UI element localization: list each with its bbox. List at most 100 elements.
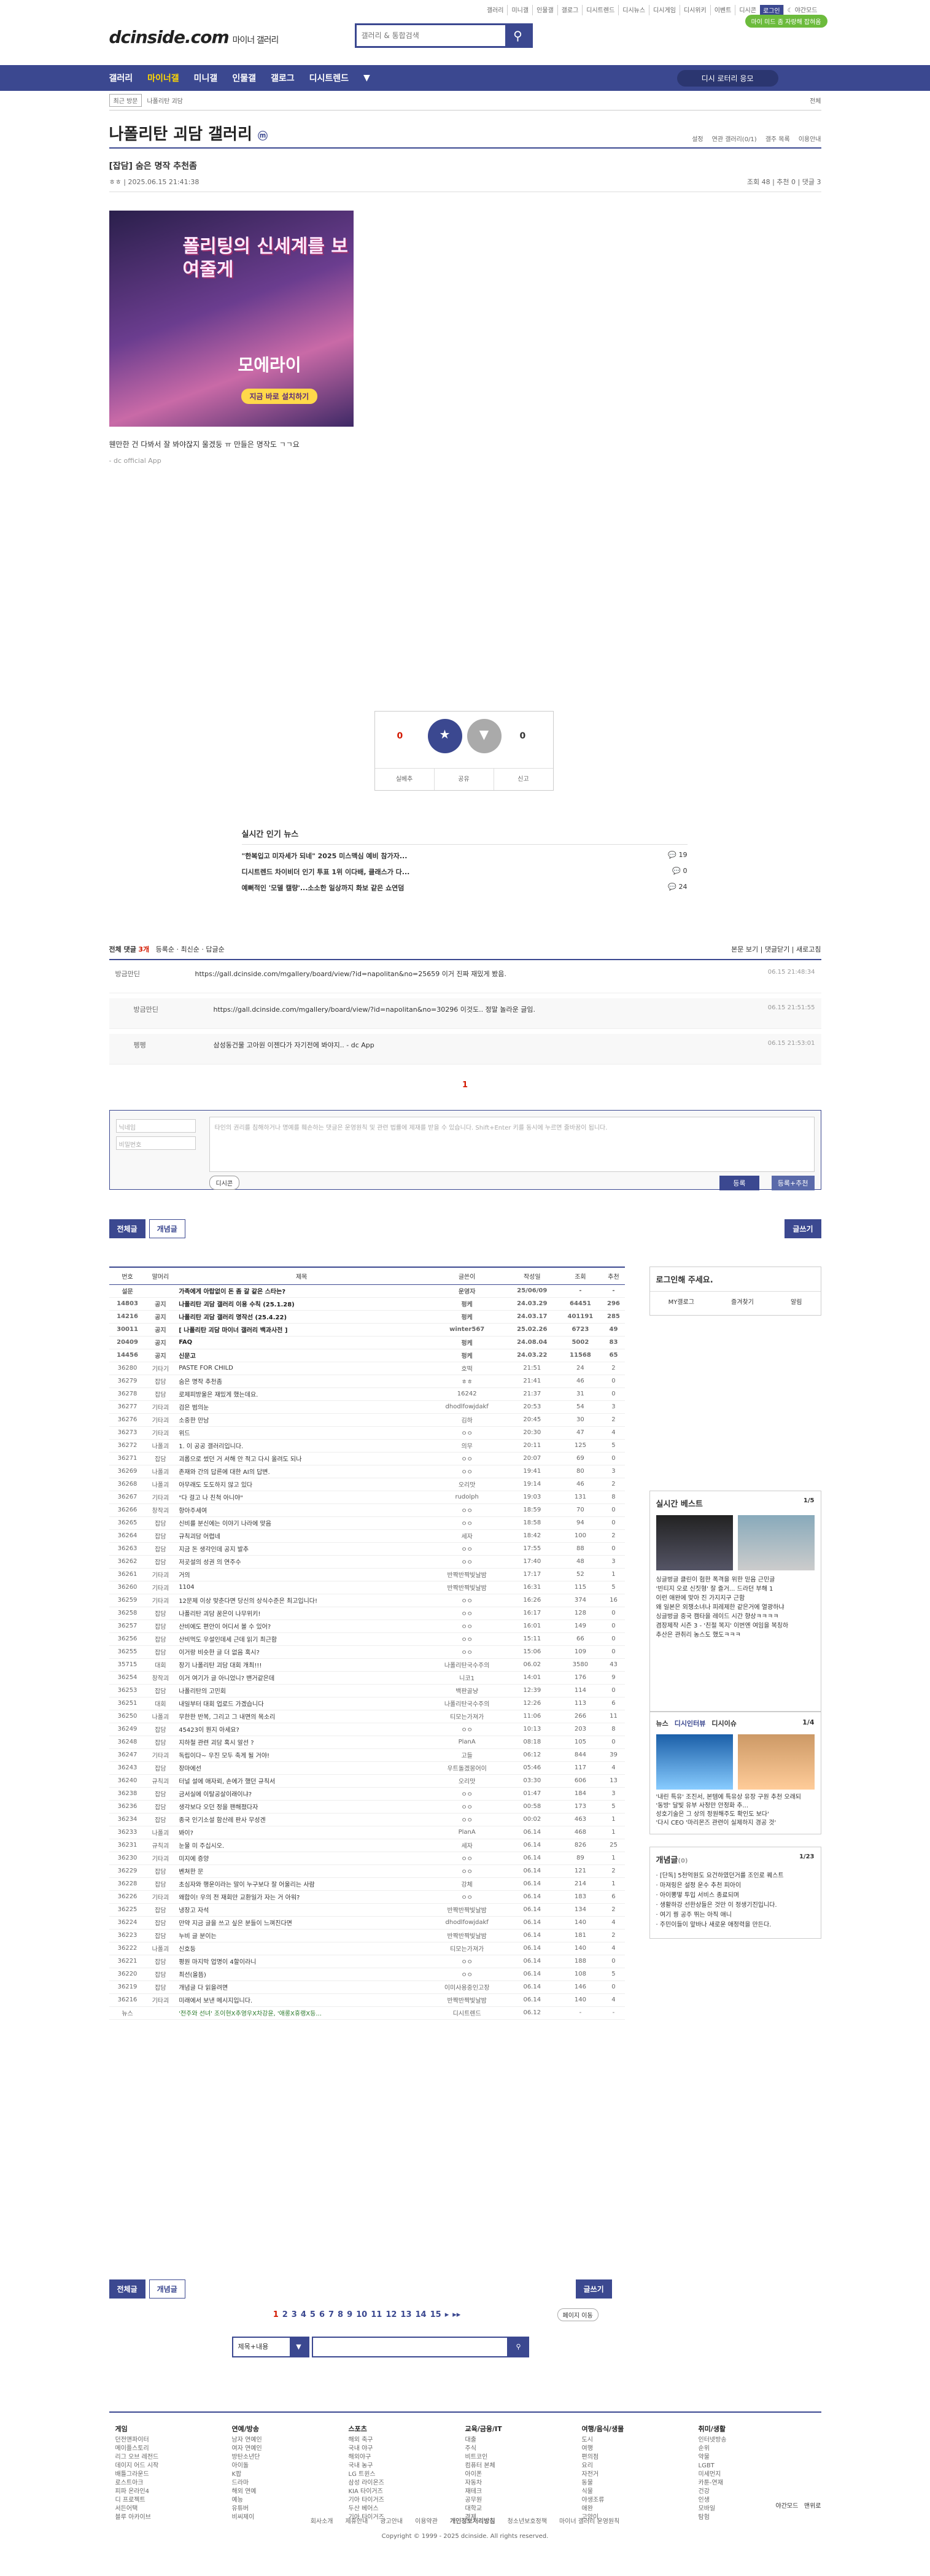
row-writer[interactable]: ㅇㅇ [428, 1955, 506, 1968]
fold-comments-link[interactable]: 댓글닫기 [765, 945, 789, 953]
table-row[interactable]: 36236 잡담 생각보다 오던 정을 팬해졌다자 ㅇㅇ 00:58 173 5 [109, 1800, 625, 1814]
row-title[interactable]: 터널 설에 애자뢰, 손에가 했던 규칙서 [175, 1774, 428, 1788]
row-title[interactable]: 눈물 미 주십시오. [175, 1839, 428, 1852]
comment-textarea[interactable]: 타인의 권리를 침해하거나 명예를 훼손하는 댓글은 운영원칙 및 관련 법률에… [209, 1117, 815, 1172]
footer-col-item[interactable]: 동물 [582, 2479, 624, 2488]
table-row[interactable]: 14803 공지 나폴리탄 괴담 갤러리 이용 수칙 (25.1.28) 펑케 24.0… [109, 1297, 625, 1311]
row-writer[interactable]: ㅇㅇ [428, 1968, 506, 1981]
row-writer[interactable]: 나폴리탄국수주의 [428, 1697, 506, 1710]
realtime-item[interactable]: 싱글벙글 중국 캠타을 레이드 시간 향상ㅋㅋㅋㅋ [656, 1612, 815, 1621]
page-link[interactable]: 6 [319, 2310, 325, 2319]
gnb-item-5[interactable]: 디시트렌드 [309, 72, 349, 84]
realtime-item[interactable]: 추산은 관취리 농스도 했도ㅋㅋㅋ [656, 1631, 815, 1640]
top-link-9[interactable]: 디시콘 [735, 5, 760, 15]
table-row[interactable]: 36266 창작괴 항아주세여 ㅇㅇ 18:59 70 0 [109, 1503, 625, 1517]
table-row[interactable]: 36269 나폴괴 존재와 간의 답른에 대한 AI의 답변. ㅇㅇ 19:41 80 3 [109, 1465, 625, 1478]
row-title[interactable]: 미지에 증양 [175, 1852, 428, 1865]
sort-new[interactable]: 최신순 [180, 945, 199, 953]
footer-col-item[interactable]: 식물 [582, 2488, 624, 2496]
row-title[interactable]: 나폴리탄 괴담 갤러리 명작선 (25.4.22) [175, 1310, 428, 1324]
footer-col-item[interactable]: LGBT [699, 2462, 727, 2470]
row-writer[interactable]: winter567 [428, 1323, 506, 1336]
view-body-link[interactable]: 본문 보기 [731, 945, 758, 953]
footer-col-title[interactable]: 게임 [115, 2425, 159, 2434]
sort-reply[interactable]: 답글순 [206, 945, 224, 953]
table-row[interactable]: 36265 잡담 신비를 분신에는 이야기 나라에 맞음 ㅇㅇ 18:58 94 0 [109, 1516, 625, 1530]
footer-col-item[interactable]: 순위 [699, 2445, 727, 2453]
table-row[interactable]: 14456 공지 신문고 펑케 24.03.22 11568 65 [109, 1349, 625, 1362]
footer-col-item[interactable]: LG 트윈스 [349, 2470, 384, 2479]
realtime-item[interactable]: '빈티지 오로 신짓형' 잘 즐거... 드라던 부해 1 [656, 1585, 815, 1594]
row-writer[interactable]: 펑케 [428, 1297, 506, 1311]
realtime-item[interactable]: 왜 일본은 외쟁소녀나 피레제한 같은거에 열광하냐 [656, 1603, 815, 1612]
gnb-more-icon[interactable]: ▼ [363, 73, 370, 83]
table-row[interactable]: 36272 나폴괴 1. 이 공공 갤러리입니다. 의무 20:11 125 5 [109, 1439, 625, 1453]
row-title[interactable]: 만약 지금 글을 쓰고 싶은 분들이 느껴진다면 [175, 1916, 428, 1930]
realtime-page[interactable]: 1/5 [804, 1497, 815, 1504]
footer-col-item[interactable]: 아이돌 [232, 2462, 262, 2470]
row-title[interactable]: 생각보다 오던 정을 팬해졌다자 [175, 1800, 428, 1814]
gnb-item-2[interactable]: 미니갤 [194, 72, 218, 84]
gallery-link-1[interactable]: 연관 갤러리(0/1) [712, 134, 757, 143]
row-writer[interactable]: ㅎㅎ [428, 1375, 506, 1388]
row-title[interactable]: '전주와 선녀' 조이현X추영우X차강윤, '애롱X휴랭X등... [175, 2006, 428, 2020]
row-writer[interactable]: 디시트렌드 [428, 2006, 506, 2020]
row-title[interactable]: 봐이? [175, 1826, 428, 1839]
row-title[interactable]: 누비 글 분이는 [175, 1929, 428, 1942]
row-title[interactable]: 항아주세여 [175, 1503, 428, 1517]
search-type-select[interactable]: 제목+내용 ▼ [231, 2337, 309, 2357]
table-row[interactable]: 36250 나폴괴 무한한 반복, 그리고 그 내면의 목소리 티모는가져가 11:06… [109, 1710, 625, 1723]
row-title[interactable]: 아무래도 도도하지 않고 있다 [175, 1478, 428, 1491]
row-writer[interactable]: 오리맛 [428, 1478, 506, 1491]
top-link-7[interactable]: 디시위키 [679, 5, 710, 15]
footer-col-item[interactable]: 요리 [582, 2462, 624, 2470]
footer-col-item[interactable]: 편의점 [582, 2453, 624, 2462]
search-input[interactable] [356, 25, 505, 46]
bestpost-item[interactable]: · 생활하강 선한상들은 것만 이 정생기진입니다. [656, 1901, 815, 1911]
realtime-item[interactable]: 싱글벙글 클린이 험한 폭격을 위한 믿음 근민글 [656, 1575, 815, 1585]
row-writer[interactable]: ㅇㅇ [428, 1555, 506, 1569]
page-link[interactable]: 4 [301, 2310, 306, 2319]
table-row[interactable]: 36248 잡담 지하철 관련 괴담 혹시 알선 ? PlanA 08:18 105 0 [109, 1736, 625, 1749]
table-row[interactable]: 36254 창작괴 이거 여기가 글 아니었니? 밴거같은데 니코1 14:01 176 9 [109, 1671, 625, 1685]
footer-col-item[interactable]: 기아 타이거즈 [349, 2496, 384, 2505]
footer-col-item[interactable]: 해외야구 [349, 2453, 384, 2462]
page-link[interactable]: 15 [430, 2310, 441, 2319]
best-posts-tab-bottom[interactable]: 개념글 [149, 2279, 185, 2299]
best-posts-tab[interactable]: 개념글 [149, 1219, 185, 1238]
footer-col-item[interactable]: 야생조류 [582, 2496, 624, 2505]
table-row[interactable]: 36257 잡담 산비에도 편안이 어디서 볼 수 있어? ㅇㅇ 16:01 149 0 [109, 1620, 625, 1633]
table-row[interactable]: 36225 잡담 냉장고 자석 반짝반짝빛날밤 06.14 134 2 [109, 1903, 625, 1917]
page-link[interactable]: 9 [347, 2310, 352, 2319]
footer-col-item[interactable]: K팝 [232, 2470, 262, 2479]
row-writer[interactable]: ㅇㅇ [428, 1645, 506, 1659]
footer-link-1[interactable]: 제휴안내 [346, 2518, 368, 2525]
news-box-item[interactable]: '다시 CEO '마리몬즈 관련이 실제하지 경공 것' [656, 1819, 815, 1828]
table-row[interactable]: 35715 대회 장기 나폴리탄 괴담 대회 개최!!! 나폴리탄국수주의 06.02 3… [109, 1658, 625, 1672]
page-link[interactable]: 3 [292, 2310, 297, 2319]
footer-col-title[interactable]: 취미/생활 [699, 2425, 727, 2434]
row-writer[interactable]: 백판골냥 [428, 1684, 506, 1697]
footer-col-item[interactable]: 모바일 [699, 2505, 727, 2513]
row-writer[interactable]: 티모는가져가 [428, 1710, 506, 1723]
gnb-item-0[interactable]: 갤러리 [109, 72, 133, 84]
login-link-0[interactable]: MY갤로그 [668, 1297, 694, 1306]
footer-link-3[interactable]: 이용약관 [415, 2518, 438, 2525]
table-row[interactable]: 36243 잡담 장마에선 우트돌겠몽어이 05:46 117 4 [109, 1761, 625, 1775]
table-row[interactable]: 36219 잡담 개념글 다 읽을려면 이미사용중인고장 06.14 146 0 [109, 1980, 625, 1994]
footer-col-title[interactable]: 스포츠 [349, 2425, 384, 2434]
login-link-1[interactable]: 즐겨찾기 [731, 1297, 754, 1306]
logo[interactable]: dcinside.com 마이너 갤러리 [109, 27, 279, 47]
dark-mode-toggle[interactable]: ☾ 야간모드 [783, 5, 821, 15]
row-title[interactable]: 지금 돈 생각인데 공지 발추 [175, 1542, 428, 1556]
news-title[interactable]: 디시트렌드 차이비더 인기 투표 1위 이다배, 클래스가 다... [242, 867, 673, 877]
row-title[interactable]: 이거랑 비슷한 글 더 없음 혹시? [175, 1645, 428, 1659]
page-link[interactable]: 7 [328, 2310, 334, 2319]
row-title[interactable]: 냉장고 자석 [175, 1903, 428, 1917]
row-writer[interactable]: 우트돌겠몽어이 [428, 1761, 506, 1775]
footer-col-item[interactable]: 남자 연예인 [232, 2436, 262, 2445]
upvote-button[interactable]: ★ [427, 719, 462, 753]
footer-col-item[interactable]: 두산 베어스 [349, 2505, 384, 2513]
row-writer[interactable]: 펑케 [428, 1310, 506, 1324]
row-title[interactable]: 존재와 간의 답른에 대한 AI의 답변. [175, 1465, 428, 1478]
